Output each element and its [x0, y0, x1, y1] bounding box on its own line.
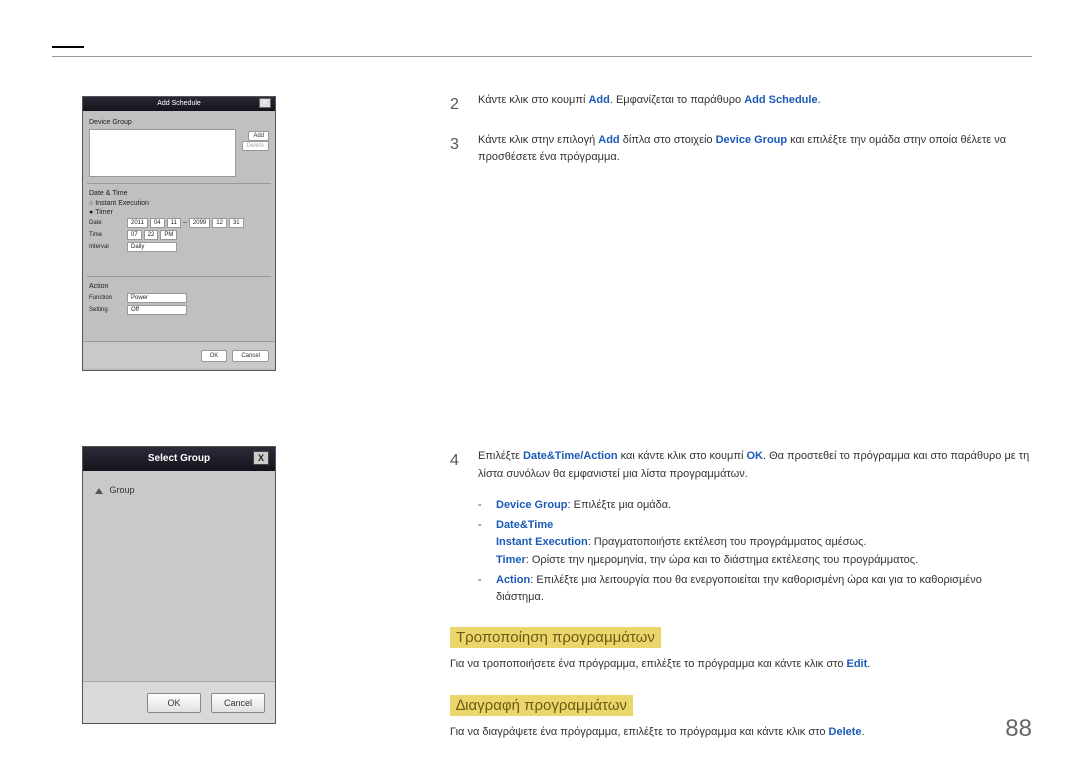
date-time-label: Date & Time: [89, 190, 269, 197]
timer-radio[interactable]: ●: [89, 209, 93, 216]
section-text-delete: Για να διαγράψετε ένα πρόγραμμα, επιλέξτ…: [450, 724, 1032, 742]
ok-button[interactable]: OK: [201, 350, 228, 362]
instructions-step-4-and-sections: 4 Επιλέξτε Date&Time/Action και κάντε κλ…: [450, 448, 1032, 746]
action-label: Action: [89, 283, 269, 290]
date-from-day[interactable]: 11: [167, 218, 181, 228]
dialog-title-text: Add Schedule: [157, 100, 201, 107]
step-number: 3: [450, 132, 478, 167]
top-divider: [52, 56, 1032, 57]
close-icon[interactable]: X: [259, 98, 271, 108]
function-select[interactable]: Power: [127, 293, 187, 303]
section-text-modify: Για να τροποποιήσετε ένα πρόγραμμα, επιλ…: [450, 656, 1032, 674]
step-number: 4: [450, 448, 478, 483]
date-to-year[interactable]: 2099: [189, 218, 210, 228]
step-4: 4 Επιλέξτε Date&Time/Action και κάντε κλ…: [450, 448, 1032, 483]
tree-expand-icon[interactable]: [95, 488, 103, 494]
close-icon[interactable]: X: [253, 451, 269, 465]
device-group-list[interactable]: [89, 129, 236, 177]
dialog-title: Add Schedule X: [83, 97, 275, 111]
step-3: 3 Κάντε κλικ στην επιλογή Add δίπλα στο …: [450, 132, 1032, 167]
dialog-title: Select Group X: [83, 447, 275, 471]
instructions-steps-2-3: 2 Κάντε κλικ στο κουμπί Add. Εμφανίζεται…: [450, 92, 1032, 181]
time-hour[interactable]: 07: [127, 230, 142, 240]
section-heading-modify: Τροποποίηση προγραμμάτων: [450, 627, 661, 648]
date-to-day[interactable]: 31: [229, 218, 244, 228]
delete-button[interactable]: Delete: [242, 141, 269, 151]
figure-select-group-window: Select Group X Group OK Cancel: [82, 446, 276, 724]
page-number: 88: [1005, 715, 1032, 743]
accent-bar: [52, 46, 84, 48]
add-button[interactable]: Add: [248, 131, 269, 141]
time-ampm[interactable]: PM: [160, 230, 177, 240]
ok-button[interactable]: OK: [147, 693, 201, 713]
time-min[interactable]: 22: [144, 230, 159, 240]
date-from-year[interactable]: 2011: [127, 218, 148, 228]
cancel-button[interactable]: Cancel: [232, 350, 269, 362]
section-heading-delete: ∆ιαγραφή προγραμμάτων: [450, 695, 633, 716]
cancel-button[interactable]: Cancel: [211, 693, 265, 713]
dialog-title-text: Select Group: [148, 453, 210, 464]
group-tree-root[interactable]: Group: [110, 485, 135, 495]
date-to-month[interactable]: 12: [212, 218, 227, 228]
instant-execution-radio[interactable]: ○: [89, 200, 93, 207]
date-from-month[interactable]: 04: [150, 218, 165, 228]
step-number: 2: [450, 92, 478, 118]
interval-select[interactable]: Daily: [127, 242, 177, 252]
step-2: 2 Κάντε κλικ στο κουμπί Add. Εμφανίζεται…: [450, 92, 1032, 118]
figure-add-schedule-window: Add Schedule X Device Group Add Delete D…: [82, 96, 276, 371]
setting-select[interactable]: Off: [127, 305, 187, 315]
device-group-label: Device Group: [89, 119, 269, 126]
